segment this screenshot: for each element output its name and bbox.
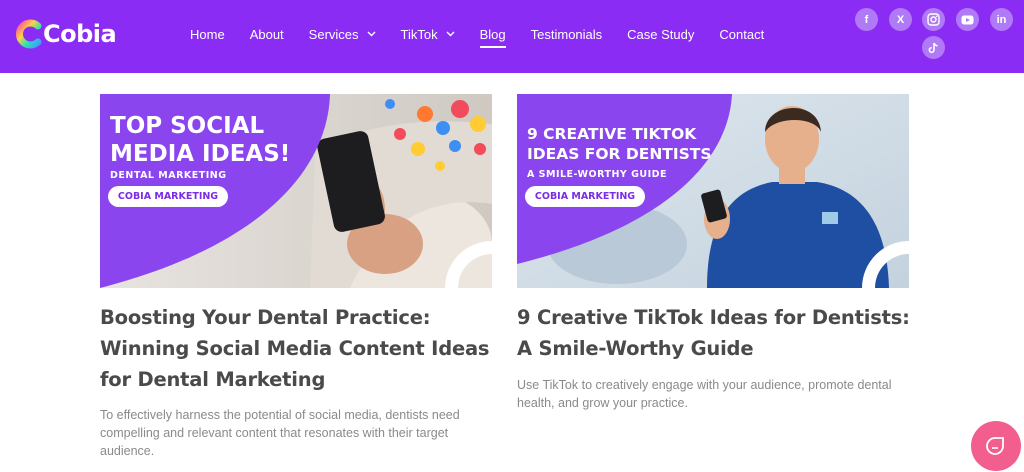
facebook-icon[interactable]: f — [855, 8, 878, 31]
nav-case-study[interactable]: Case Study — [627, 24, 694, 44]
post-1-title[interactable]: Boosting Your Dental Practice: Winning S… — [100, 302, 490, 395]
logo-text: Cobia — [43, 20, 117, 48]
post-1-image-pill: COBIA MARKETING — [108, 186, 228, 207]
facebook-glyph: f — [864, 13, 869, 26]
logo-mark-icon — [16, 19, 42, 49]
nav-testimonials[interactable]: Testimonials — [531, 24, 603, 44]
nav-tiktok[interactable]: TikTok — [401, 24, 455, 44]
instagram-icon[interactable] — [922, 8, 945, 31]
instagram-glyph — [927, 13, 940, 26]
chat-bubble-icon — [986, 437, 1004, 455]
nav-home[interactable]: Home — [190, 24, 225, 44]
linkedin-icon[interactable]: in — [990, 8, 1013, 31]
chat-button[interactable] — [971, 421, 1021, 471]
chevron-down-icon — [367, 31, 376, 37]
tiktok-glyph — [928, 42, 938, 53]
youtube-icon[interactable] — [956, 8, 979, 31]
post-1-image-subhead: DENTAL MARKETING — [110, 170, 227, 181]
nav-services-label: Services — [308, 26, 359, 42]
nav-case-study-label: Case Study — [627, 26, 695, 42]
nav-blog-label: Blog — [479, 26, 506, 42]
nav-about[interactable]: About — [250, 24, 284, 44]
x-glyph: X — [896, 13, 905, 26]
chevron-down-icon — [446, 31, 455, 37]
post-1-image-headline-1: TOP SOCIAL — [110, 113, 265, 139]
post-1-excerpt: To effectively harness the potential of … — [100, 408, 460, 458]
youtube-glyph — [961, 15, 974, 24]
nav-tiktok-label: TikTok — [400, 26, 438, 42]
nav-blog[interactable]: Blog — [479, 24, 506, 48]
post-2-title[interactable]: 9 Creative TikTok Ideas for Dentists: A … — [517, 302, 912, 364]
post-1-image[interactable]: TOP SOCIAL MEDIA IDEAS! DENTAL MARKETING… — [100, 94, 492, 288]
nav-testimonials-label: Testimonials — [530, 26, 603, 42]
post-2-excerpt: Use TikTok to creatively engage with you… — [517, 378, 892, 410]
nav-services[interactable]: Services — [309, 24, 376, 44]
main-nav: Home About Services TikTok Blog Testimon… — [190, 24, 789, 48]
logo[interactable]: Cobia — [16, 16, 117, 52]
linkedin-glyph: in — [996, 13, 1007, 26]
post-2-image-subhead: A SMILE-WORTHY GUIDE — [527, 169, 668, 180]
post-1-image-headline-2: MEDIA IDEAS! — [110, 141, 291, 167]
nav-about-label: About — [249, 26, 284, 42]
post-2-image-headline-1: 9 CREATIVE TIKTOK — [527, 125, 697, 143]
x-twitter-icon[interactable]: X — [889, 8, 912, 31]
nav-contact-label: Contact — [719, 26, 765, 42]
nav-contact[interactable]: Contact — [719, 24, 764, 44]
post-2-image-headline-2: IDEAS FOR DENTISTS — [527, 145, 712, 163]
site-header: Cobia Home About Services TikTok Blog Te… — [0, 0, 1024, 73]
nav-home-label: Home — [190, 26, 225, 42]
post-2-image-pill: COBIA MARKETING — [525, 186, 645, 207]
post-2-image[interactable]: 9 CREATIVE TIKTOK IDEAS FOR DENTISTS A S… — [517, 94, 909, 288]
tiktok-icon[interactable] — [922, 36, 945, 59]
